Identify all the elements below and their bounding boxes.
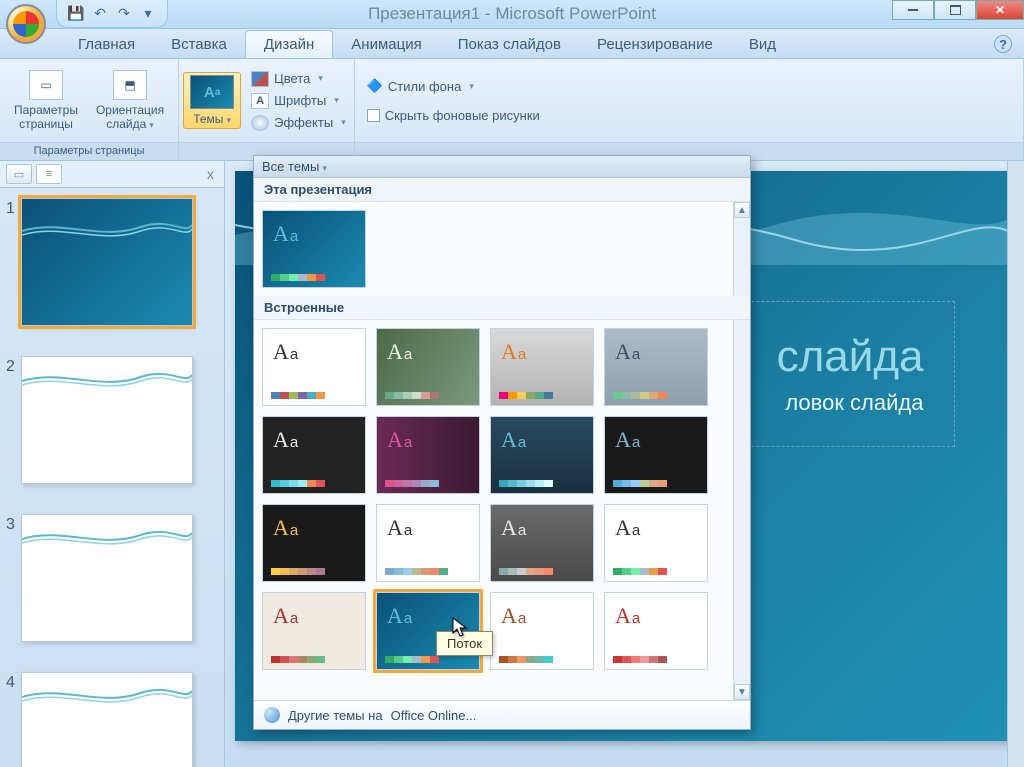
themes-icon: Aa [190, 75, 234, 109]
thumbs-close-button[interactable]: x [203, 166, 218, 182]
checkbox-icon [367, 109, 380, 122]
theme-equity[interactable]: Aa [376, 416, 480, 494]
theme-aspect[interactable]: Aa [490, 328, 594, 406]
tab-review[interactable]: Рецензирование [579, 31, 731, 58]
fonts-button[interactable]: A Шрифты [247, 91, 350, 111]
theme-opulent[interactable]: Aa [604, 504, 708, 582]
orientation-button[interactable]: ⬒ Ориентация слайда [90, 68, 170, 133]
hide-bg-checkbox[interactable]: Скрыть фоновые рисунки [363, 106, 544, 125]
all-themes-header[interactable]: Все темы [254, 156, 750, 178]
undo-icon[interactable]: ↶ [91, 5, 109, 23]
themes-gallery-dropdown: Все темы Эта презентация Aa ▲ Встроенные… [253, 155, 751, 730]
builtin-themes-grid: AaAaAaAaAaAaAaAaAaAaAaAaAaAaAaAa [254, 320, 733, 700]
outline-tab[interactable]: ≡ [36, 164, 62, 184]
current-theme-grid: Aa [254, 202, 733, 296]
orientation-icon: ⬒ [113, 70, 147, 100]
theme-apex[interactable]: Aa [376, 328, 480, 406]
page-setup-icon: ▭ [29, 70, 63, 100]
tab-insert[interactable]: Вставка [153, 31, 245, 58]
help-button[interactable]: ? [994, 35, 1012, 53]
gallery-scrollbar-2[interactable]: ▼ [733, 320, 750, 700]
theme-median[interactable]: Aa [262, 504, 366, 582]
orientation-label: Ориентация слайда [96, 103, 164, 131]
theme-origin[interactable]: Aa [490, 592, 594, 670]
theme-metro[interactable]: Aa [376, 504, 480, 582]
theme-oriel[interactable]: Aa [262, 592, 366, 670]
office-button[interactable] [6, 4, 46, 44]
qat-more-icon[interactable]: ▾ [139, 5, 157, 23]
fonts-icon: A [251, 93, 269, 109]
theme-flow2[interactable]: Aa [490, 416, 594, 494]
slide-thumbnail[interactable]: 2 [6, 356, 218, 484]
theme-foundry[interactable]: Aa [604, 416, 708, 494]
theme-module[interactable]: Aa [490, 504, 594, 582]
globe-icon [264, 707, 280, 723]
colors-icon [251, 71, 269, 87]
page-setup-button[interactable]: ▭ Параметры страницы [8, 68, 84, 133]
slide-thumbnail-list: 1 2 3 4 [0, 188, 224, 767]
theme-office[interactable]: Aa [262, 328, 366, 406]
tab-slideshow[interactable]: Показ слайдов [440, 31, 579, 58]
maximize-button[interactable] [934, 0, 976, 20]
thumb-number: 4 [6, 672, 15, 694]
minimize-button[interactable] [892, 0, 934, 20]
this-presentation-section: Эта презентация [254, 178, 750, 202]
theme-tooltip: Поток [436, 631, 493, 656]
redo-icon[interactable]: ↷ [115, 5, 133, 23]
scroll-up-icon[interactable]: ▲ [734, 202, 750, 218]
save-icon[interactable]: 💾 [67, 5, 85, 23]
tab-view[interactable]: Вид [731, 31, 794, 58]
effects-button[interactable]: Эффекты [247, 113, 350, 133]
colors-button[interactable]: Цвета [247, 69, 350, 89]
bg-styles-icon: 🔷 [367, 78, 383, 94]
slide-thumbnail[interactable]: 1 [6, 198, 218, 326]
background-styles-button[interactable]: 🔷 Стили фона [363, 76, 478, 96]
themes-button[interactable]: Aa Темы [183, 72, 241, 129]
quick-access-toolbar: 💾 ↶ ↷ ▾ [56, 0, 168, 28]
thumb-number: 3 [6, 514, 15, 536]
close-button[interactable] [976, 0, 1024, 20]
tab-design[interactable]: Дизайн [245, 30, 333, 58]
slide-scrollbar[interactable] [1007, 161, 1024, 767]
effects-icon [251, 115, 269, 131]
theme-current[interactable]: Aa [262, 210, 366, 288]
theme-civic[interactable]: Aa [604, 328, 708, 406]
tab-home[interactable]: Главная [60, 31, 153, 58]
page-setup-group-label: Параметры страницы [0, 142, 178, 160]
theme-paper[interactable]: Aa [604, 592, 708, 670]
more-themes-online[interactable]: Другие темы на Office Online... [254, 700, 750, 729]
themes-label: Темы [193, 112, 231, 126]
slide-thumbnail[interactable]: 3 [6, 514, 218, 642]
page-setup-label: Параметры страницы [14, 103, 78, 131]
tab-animation[interactable]: Анимация [333, 31, 439, 58]
thumb-number: 1 [6, 198, 15, 220]
scroll-down-icon[interactable]: ▼ [734, 684, 750, 700]
slides-tab[interactable]: ▭ [6, 164, 32, 184]
builtin-section: Встроенные [254, 296, 750, 320]
thumb-number: 2 [6, 356, 15, 378]
gallery-scrollbar[interactable]: ▲ [733, 202, 750, 296]
slide-thumbnail[interactable]: 4 [6, 672, 218, 767]
theme-concourse[interactable]: Aa [262, 416, 366, 494]
